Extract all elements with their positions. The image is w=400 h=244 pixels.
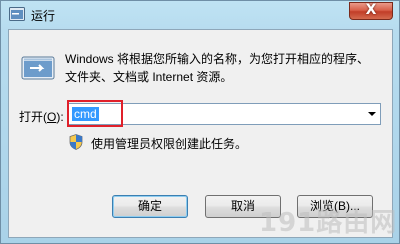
uac-shield-icon	[69, 134, 83, 150]
admin-note-text: 使用管理员权限创建此任务。	[91, 137, 248, 151]
title-bar[interactable]: 运行 X	[1, 1, 399, 29]
run-dialog-window: 运行 X Windows 将根据您所输入的名称，为您打开相应的程序、 文件夹、文…	[0, 0, 400, 244]
dialog-description: Windows 将根据您所输入的名称，为您打开相应的程序、 文件夹、文档或 In…	[65, 50, 385, 86]
run-app-icon	[9, 7, 25, 21]
site-watermark: 191路由网	[259, 208, 398, 238]
window-title: 运行	[31, 9, 56, 23]
description-line: 文件夹、文档或 Internet 资源。	[65, 70, 233, 84]
chevron-down-icon[interactable]	[368, 112, 376, 116]
ok-button[interactable]: 确定	[112, 195, 188, 218]
run-app-icon	[21, 56, 55, 80]
close-button[interactable]: X	[349, 2, 393, 20]
description-line: Windows 将根据您所输入的名称，为您打开相应的程序、	[65, 52, 370, 66]
close-icon: X	[365, 2, 377, 18]
annotation-highlight-box	[67, 100, 123, 127]
open-field-label: 打开(O):	[19, 110, 64, 124]
